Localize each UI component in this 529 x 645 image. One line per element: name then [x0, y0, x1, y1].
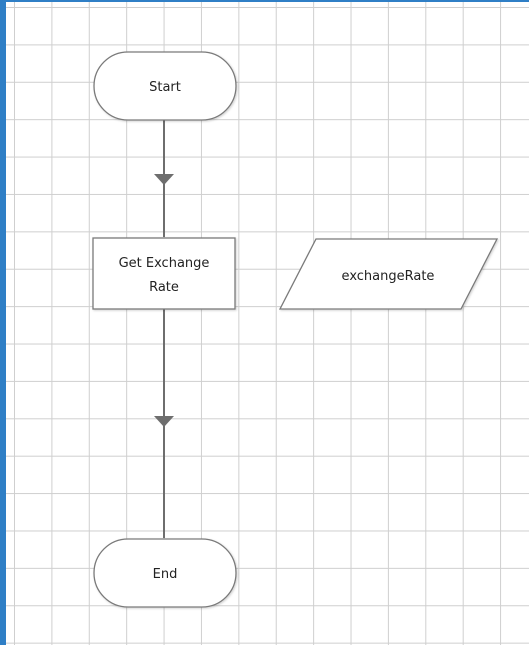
- arrowhead-down-icon: [154, 174, 174, 185]
- start-label: Start: [149, 80, 181, 95]
- arrowhead-down-icon: [154, 416, 174, 427]
- end-node[interactable]: End: [93, 538, 237, 608]
- start-node[interactable]: Start: [93, 51, 237, 121]
- data-node-exchange-rate[interactable]: exchangeRate: [278, 238, 499, 310]
- flowchart-diagram: Start Get Exchange Rate exchangeRate End: [92, 51, 499, 608]
- process-label-line1: Get Exchange: [119, 256, 210, 271]
- process-label-line2: Rate: [149, 280, 179, 295]
- flowchart-canvas[interactable]: Start Get Exchange Rate exchangeRate End: [0, 0, 529, 645]
- end-label: End: [153, 567, 178, 582]
- process-node-get-exchange-rate[interactable]: Get Exchange Rate: [92, 237, 236, 310]
- data-label: exchangeRate: [342, 269, 435, 284]
